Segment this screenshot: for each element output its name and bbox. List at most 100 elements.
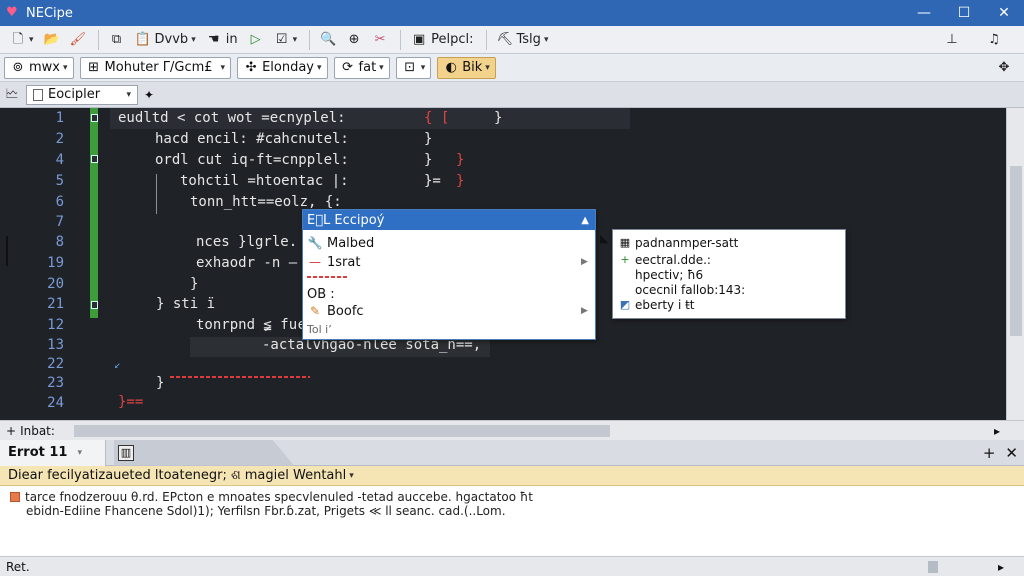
open-folder-button[interactable]: 📂: [40, 28, 64, 52]
pin-tab-icon[interactable]: ✦: [144, 88, 154, 102]
code-line: exhaodr -n —: [196, 255, 298, 271]
autocomplete-item[interactable]: ✎ Boofc ▶: [307, 302, 588, 320]
status-scroll-thumb[interactable]: [928, 561, 938, 573]
new-file-icon: 🗋: [12, 31, 24, 47]
checklist-button[interactable]: ☑ ▾: [270, 28, 302, 52]
line-number: 20: [47, 276, 64, 292]
main-toolbar: 🗋 ▾ 📂 🖌 ⧉ 📋 Dvvb ▾ ☚ in ▷ ☑ ▾ 🔍 ⊕ ✂ ▣ Pelpcl: …: [0, 26, 1024, 54]
tab-errors[interactable]: Errot 11 ▾: [0, 439, 106, 466]
fold-marker[interactable]: [91, 301, 98, 309]
status-bar: Ret. ▸: [0, 556, 1024, 576]
move-button[interactable]: ✥: [992, 56, 1016, 80]
horizontal-scrollbar[interactable]: + Inbat: ▸: [0, 420, 1024, 440]
autocomplete-title: E⃝L Eccipoý: [307, 212, 385, 228]
chevron-down-icon: ▾: [77, 447, 82, 458]
scrollbar-thumb[interactable]: [74, 425, 610, 437]
minimize-button[interactable]: —: [904, 0, 944, 26]
refresh-dropdown[interactable]: ⟳ fat ▾: [333, 56, 390, 79]
panel-button[interactable]: ▣ Pelpcl:: [407, 28, 477, 52]
line-number: 24: [47, 395, 64, 411]
paste-menu-button[interactable]: 📋 Dvvb ▾: [131, 28, 200, 52]
refresh-value: fat: [358, 60, 377, 75]
music-button[interactable]: ♫: [982, 28, 1006, 52]
autocomplete-item[interactable]: OB :: [307, 285, 335, 303]
code-line: tonrpnd ≨ fuє: [196, 317, 306, 333]
scrollbar-thumb[interactable]: [1010, 166, 1022, 336]
search-icon: 🔍: [320, 31, 337, 47]
bik-dropdown[interactable]: ◐ Bik ▾: [437, 56, 496, 79]
class-icon: ▦: [619, 236, 631, 249]
line-number: 23: [47, 375, 64, 391]
run-icon: ▷: [250, 31, 261, 47]
doc-line: ▦ padnanmper-satt: [619, 236, 739, 250]
autocomplete-label: Malbed: [327, 235, 375, 251]
module-dropdown[interactable]: ⊞ Mohuter Γ/Gcm£ ▾: [79, 56, 232, 79]
scroll-right-icon[interactable]: ▸: [994, 424, 1000, 438]
build-menu-button[interactable]: ⛏ Tslg ▾: [493, 28, 553, 52]
search-button[interactable]: 🔍: [316, 28, 340, 52]
fold-marker[interactable]: [91, 114, 98, 122]
replace-button[interactable]: ⊕: [342, 28, 366, 52]
info-message: Diear fecilyatizaueted ltoatenegr; ଶ mag…: [8, 468, 347, 483]
grid-dropdown[interactable]: ⊡ ▾: [395, 56, 432, 79]
tab-list-icon[interactable]: 🗠: [4, 87, 20, 103]
dash-icon: —: [309, 255, 321, 269]
line-number: 8: [55, 234, 64, 250]
copy-button[interactable]: ⧉: [105, 28, 129, 52]
chevron-down-icon: ▾: [420, 62, 426, 73]
tools-button[interactable]: ✂: [368, 28, 392, 52]
error-row[interactable]: tarce fnodzerouu θ.rd. EPcton e mnoates …: [10, 490, 533, 504]
tab-active[interactable]: Eocipler ▾: [26, 84, 138, 105]
close-panel-button[interactable]: ✕: [1005, 444, 1018, 462]
chevron-down-icon: ▾: [191, 34, 196, 45]
app-logo-icon: ♥: [6, 5, 18, 20]
autocomplete-item[interactable]: Tol iʼ: [307, 320, 332, 338]
fold-marker[interactable]: [91, 155, 98, 163]
doc-text: ocecnil fallob:143:: [635, 283, 746, 297]
maximize-button[interactable]: ☐: [944, 0, 984, 26]
line-number: 12: [47, 317, 64, 333]
run-button[interactable]: ▷: [244, 28, 268, 52]
scroll-label: Inbat:: [20, 423, 55, 438]
toolbar-separator: [485, 29, 487, 50]
add-panel-button[interactable]: +: [983, 444, 996, 462]
doc-line: ocecnil fallob:143:: [635, 283, 745, 297]
target-dropdown[interactable]: ⊚ mwx ▾: [4, 56, 74, 79]
hand-label: in: [225, 32, 238, 47]
chevron-down-icon: ▾: [543, 34, 549, 45]
scroll-right-icon[interactable]: ▸: [998, 560, 1004, 574]
build-icon: ⛏: [496, 31, 514, 47]
chevron-down-icon: ▾: [317, 62, 322, 73]
close-button[interactable]: ✕: [984, 0, 1024, 26]
chevron-down-icon: ▾: [220, 62, 226, 73]
chevron-up-icon[interactable]: ▲: [581, 215, 589, 226]
code-line: tonn_htt==eolz, {:: [190, 194, 342, 210]
gear-icon: ✣: [245, 59, 257, 75]
expand-icon[interactable]: +: [6, 424, 16, 438]
open-folder-icon: 📂: [43, 31, 60, 47]
indent-guide: [156, 174, 157, 214]
vertical-scrollbar[interactable]: [1006, 108, 1024, 420]
window-controls: — ☐ ✕: [904, 0, 1024, 26]
status-text: Ret.: [6, 559, 30, 574]
bik-value: Bik: [462, 60, 483, 75]
tab-secondary[interactable]: ▥: [114, 439, 294, 466]
code-line-tail: }: [424, 152, 433, 168]
config-dropdown[interactable]: ✣ Elonday ▾: [237, 56, 328, 79]
autocomplete-item[interactable]: — 1srat ▶: [307, 253, 588, 271]
hand-button[interactable]: ☚ in: [202, 28, 242, 52]
paint-button[interactable]: 🖌: [66, 28, 90, 52]
autocomplete-header[interactable]: E⃝L Eccipoý ▲: [303, 210, 595, 230]
autocomplete-label: Boofc: [327, 303, 364, 319]
line-number: 6: [55, 194, 64, 210]
line-number: 22: [47, 356, 64, 372]
error-row[interactable]: ebidn-Ediine Fhancene Sdol)1); Yerfilsn …: [26, 504, 506, 518]
doc-text: hpectiv; ħ6: [635, 268, 704, 282]
pin-button[interactable]: ⊥: [940, 28, 964, 52]
bracket-marker: }: [456, 173, 465, 189]
chevron-down-icon: ▾: [379, 62, 384, 73]
autocomplete-item[interactable]: 🔧 Malbed: [307, 234, 375, 252]
new-file-button[interactable]: 🗋 ▾: [6, 28, 38, 52]
line-number: 19: [47, 255, 64, 271]
chevron-down-icon[interactable]: ▾: [349, 471, 354, 481]
